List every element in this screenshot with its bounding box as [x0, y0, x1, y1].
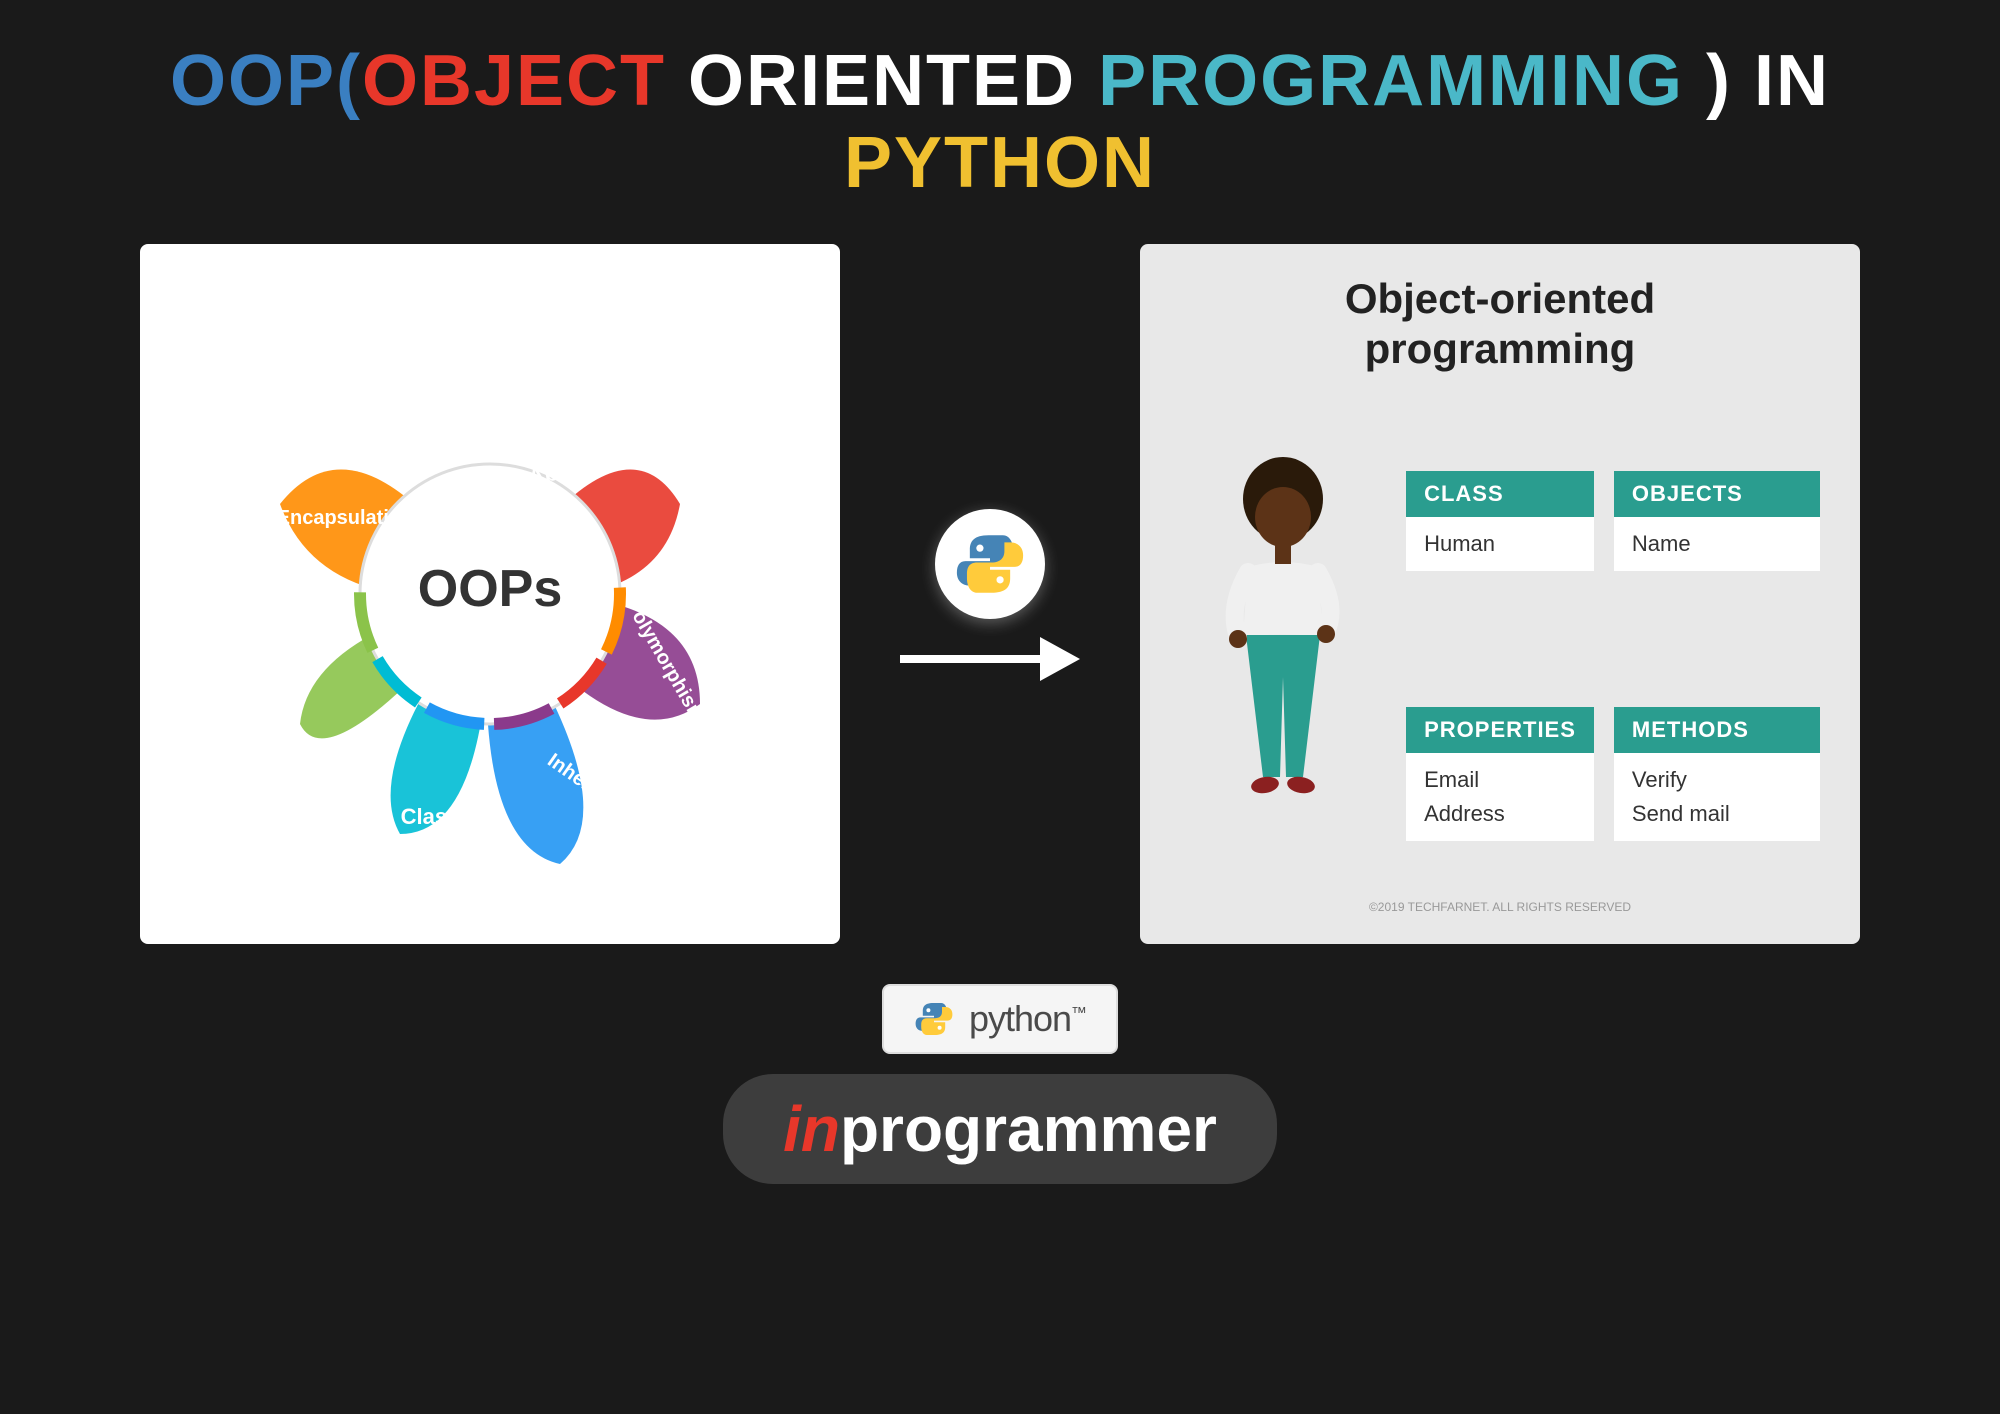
properties-body: Email Address: [1406, 753, 1594, 841]
svg-text:Encapsulation: Encapsulation: [277, 507, 414, 529]
objects-value: Name: [1632, 527, 1802, 561]
properties-card: PROPERTIES Email Address: [1406, 707, 1594, 841]
properties-email: Email: [1424, 763, 1576, 797]
title-line1: OOP(OBJECT ORIENTED PROGRAMMING ) IN: [20, 40, 1980, 122]
svg-text:OOPs: OOPs: [418, 560, 563, 618]
left-panel: OOPs Encapsulation Abstraction Polymorph…: [140, 244, 840, 944]
title-oop: OOP(: [170, 41, 362, 121]
class-body: Human: [1406, 517, 1594, 571]
title-section: OOP(OBJECT ORIENTED PROGRAMMING ) IN PYT…: [0, 0, 2000, 234]
title-python: PYTHON: [20, 122, 1980, 204]
objects-body: Name: [1614, 517, 1820, 571]
methods-body: Verify Send mail: [1614, 753, 1820, 841]
programmer-text: programmer: [840, 1092, 1217, 1166]
objects-card: OBJECTS Name: [1614, 471, 1820, 571]
class-card: CLASS Human: [1406, 471, 1594, 571]
in-text: in: [783, 1092, 840, 1166]
properties-address: Address: [1424, 797, 1576, 831]
python-badge-icon: [914, 999, 954, 1039]
methods-header: METHODS: [1614, 707, 1820, 753]
oops-svg: OOPs Encapsulation Abstraction Polymorph…: [200, 304, 780, 884]
methods-verify: Verify: [1632, 763, 1802, 797]
title-oriented: ORIENTED: [666, 41, 1098, 121]
methods-sendmail: Send mail: [1632, 797, 1802, 831]
class-header: CLASS: [1406, 471, 1594, 517]
oops-diagram: OOPs Encapsulation Abstraction Polymorph…: [190, 284, 790, 904]
python-badge-text: python™: [969, 998, 1086, 1040]
bottom-section: python™ in programmer: [0, 984, 2000, 1184]
main-content: OOPs Encapsulation Abstraction Polymorph…: [0, 244, 2000, 944]
python-logo-icon: [954, 528, 1026, 600]
inprogrammer-badge: in programmer: [723, 1074, 1277, 1184]
properties-header: PROPERTIES: [1406, 707, 1594, 753]
right-panel: Object-oriented programming CLASS Human: [1140, 244, 1860, 944]
python-badge: python™: [882, 984, 1118, 1054]
oop-panel-title: Object-oriented programming: [1180, 274, 1820, 375]
class-value: Human: [1424, 527, 1576, 561]
objects-header: OBJECTS: [1614, 471, 1820, 517]
title-in: ) IN: [1684, 41, 1830, 121]
arrow-connector: [900, 509, 1080, 679]
python-logo-circle: [935, 509, 1045, 619]
title-object: OBJECT: [362, 41, 666, 121]
title-programming: PROGRAMMING: [1098, 41, 1684, 121]
person-svg: [1208, 457, 1358, 837]
svg-text:Class: Class: [401, 804, 460, 829]
person-figure: [1180, 457, 1386, 837]
copyright-text: ©2019 TECHFARNET. ALL RIGHTS RESERVED: [1180, 900, 1820, 914]
svg-text:Object: Object: [306, 754, 375, 779]
methods-card: METHODS Verify Send mail: [1614, 707, 1820, 841]
oop-grid: CLASS Human: [1180, 405, 1820, 890]
right-arrow: [900, 639, 1080, 679]
